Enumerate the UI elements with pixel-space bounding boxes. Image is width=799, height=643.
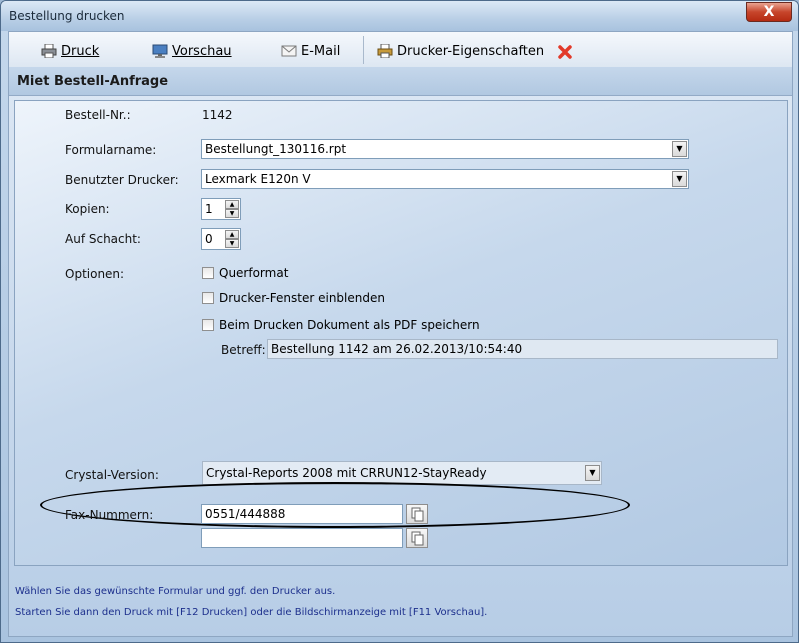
envelope-icon (281, 44, 297, 58)
option-label: Querformat (219, 266, 289, 280)
fax-lookup-button-2[interactable] (406, 528, 428, 548)
copies-value: 1 (205, 202, 213, 216)
chevron-down-icon[interactable]: ▼ (672, 171, 687, 187)
email-label: E-Mail (301, 43, 341, 59)
status-hint-2: Starten Sie dann den Druck mit [F12 Druc… (15, 607, 488, 618)
stepper-down-icon[interactable]: ▼ (225, 239, 239, 248)
printer-settings-icon (377, 43, 393, 59)
cancel-button[interactable] (557, 42, 577, 60)
order-no-label: Bestell-Nr.: (65, 108, 131, 122)
print-order-dialog: Bestellung drucken X Druck Vorschau E-Ma… (0, 0, 799, 643)
monitor-icon (152, 44, 168, 58)
fax-number-input-1[interactable]: 0551/444888 (201, 504, 403, 524)
red-x-icon (557, 44, 573, 59)
checkbox[interactable] (202, 267, 214, 279)
preview-label: Vorschau (172, 43, 232, 59)
tray-stepper[interactable]: 0 ▲ ▼ (201, 228, 241, 250)
section-header: Miet Bestell-Anfrage (9, 67, 792, 96)
order-no-value: 1142 (202, 108, 233, 122)
tray-label: Auf Schacht: (65, 232, 141, 246)
stepper-up-icon[interactable]: ▲ (225, 230, 239, 239)
chevron-down-icon[interactable]: ▼ (672, 141, 687, 157)
toolbar: Druck Vorschau E-Mail Drucker-Eigenschaf (9, 32, 792, 68)
dialog-client: Druck Vorschau E-Mail Drucker-Eigenschaf (8, 31, 793, 637)
chevron-down-icon[interactable]: ▼ (585, 465, 600, 481)
form-panel: Bestell-Nr.: 1142 Formularname: Bestellu… (14, 100, 788, 566)
stepper-up-icon[interactable]: ▲ (225, 200, 239, 209)
window-close-button[interactable]: X (746, 2, 792, 22)
crystal-version-value: Crystal-Reports 2008 mit CRRUN12-StayRea… (206, 466, 487, 480)
option-label: Drucker-Fenster einblenden (219, 291, 385, 305)
landscape-option[interactable]: Querformat (202, 266, 288, 280)
printer-combobox[interactable]: Lexmark E120n V ▼ (201, 169, 689, 189)
email-button[interactable]: E-Mail (281, 42, 340, 60)
printer-label: Benutzter Drucker: (65, 173, 179, 187)
printer-icon (41, 43, 57, 59)
preview-button[interactable]: Vorschau (152, 42, 232, 60)
fax-number-input-2[interactable] (201, 528, 403, 548)
fax-number-value-1: 0551/444888 (205, 507, 286, 521)
show-printer-window-option[interactable]: Drucker-Fenster einblenden (202, 291, 385, 305)
fax-lookup-button-1[interactable] (406, 504, 428, 524)
option-label: Beim Drucken Dokument als PDF speichern (219, 318, 480, 332)
options-label: Optionen: (65, 267, 125, 281)
printer-properties-label: Drucker-Eigenschaften (397, 43, 545, 59)
form-name-value: Bestellungt_130116.rpt (205, 142, 347, 156)
printer-value: Lexmark E120n V (205, 172, 311, 186)
checkbox[interactable] (202, 319, 214, 331)
checkbox[interactable] (202, 292, 214, 304)
subject-field[interactable]: Bestellung 1142 am 26.02.2013/10:54:40 (267, 339, 778, 359)
crystal-version-label: Crystal-Version: (65, 468, 159, 482)
form-name-label: Formularname: (65, 143, 157, 157)
toolbar-separator (363, 36, 364, 64)
print-button[interactable]: Druck (41, 42, 99, 60)
copy-icon (411, 507, 424, 522)
form-name-combobox[interactable]: Bestellungt_130116.rpt ▼ (201, 139, 689, 159)
save-as-pdf-option[interactable]: Beim Drucken Dokument als PDF speichern (202, 318, 480, 332)
section-title: Miet Bestell-Anfrage (17, 74, 169, 89)
subject-value: Bestellung 1142 am 26.02.2013/10:54:40 (271, 342, 523, 356)
window-title: Bestellung drucken (9, 9, 125, 23)
status-hint-1: Wählen Sie das gewünschte Formular und g… (15, 586, 336, 597)
crystal-version-combobox[interactable]: Crystal-Reports 2008 mit CRRUN12-StayRea… (202, 461, 602, 485)
printer-properties-button[interactable]: Drucker-Eigenschaften (377, 42, 544, 60)
copies-label: Kopien: (65, 202, 110, 216)
title-bar: Bestellung drucken X (1, 1, 798, 31)
copies-stepper[interactable]: 1 ▲ ▼ (201, 198, 241, 220)
stepper-down-icon[interactable]: ▼ (225, 209, 239, 218)
copy-icon (411, 531, 424, 546)
subject-label: Betreff: (221, 343, 266, 357)
fax-numbers-label: Fax-Nummern: (65, 508, 154, 522)
print-label: Druck (61, 43, 100, 59)
tray-value: 0 (205, 232, 213, 246)
